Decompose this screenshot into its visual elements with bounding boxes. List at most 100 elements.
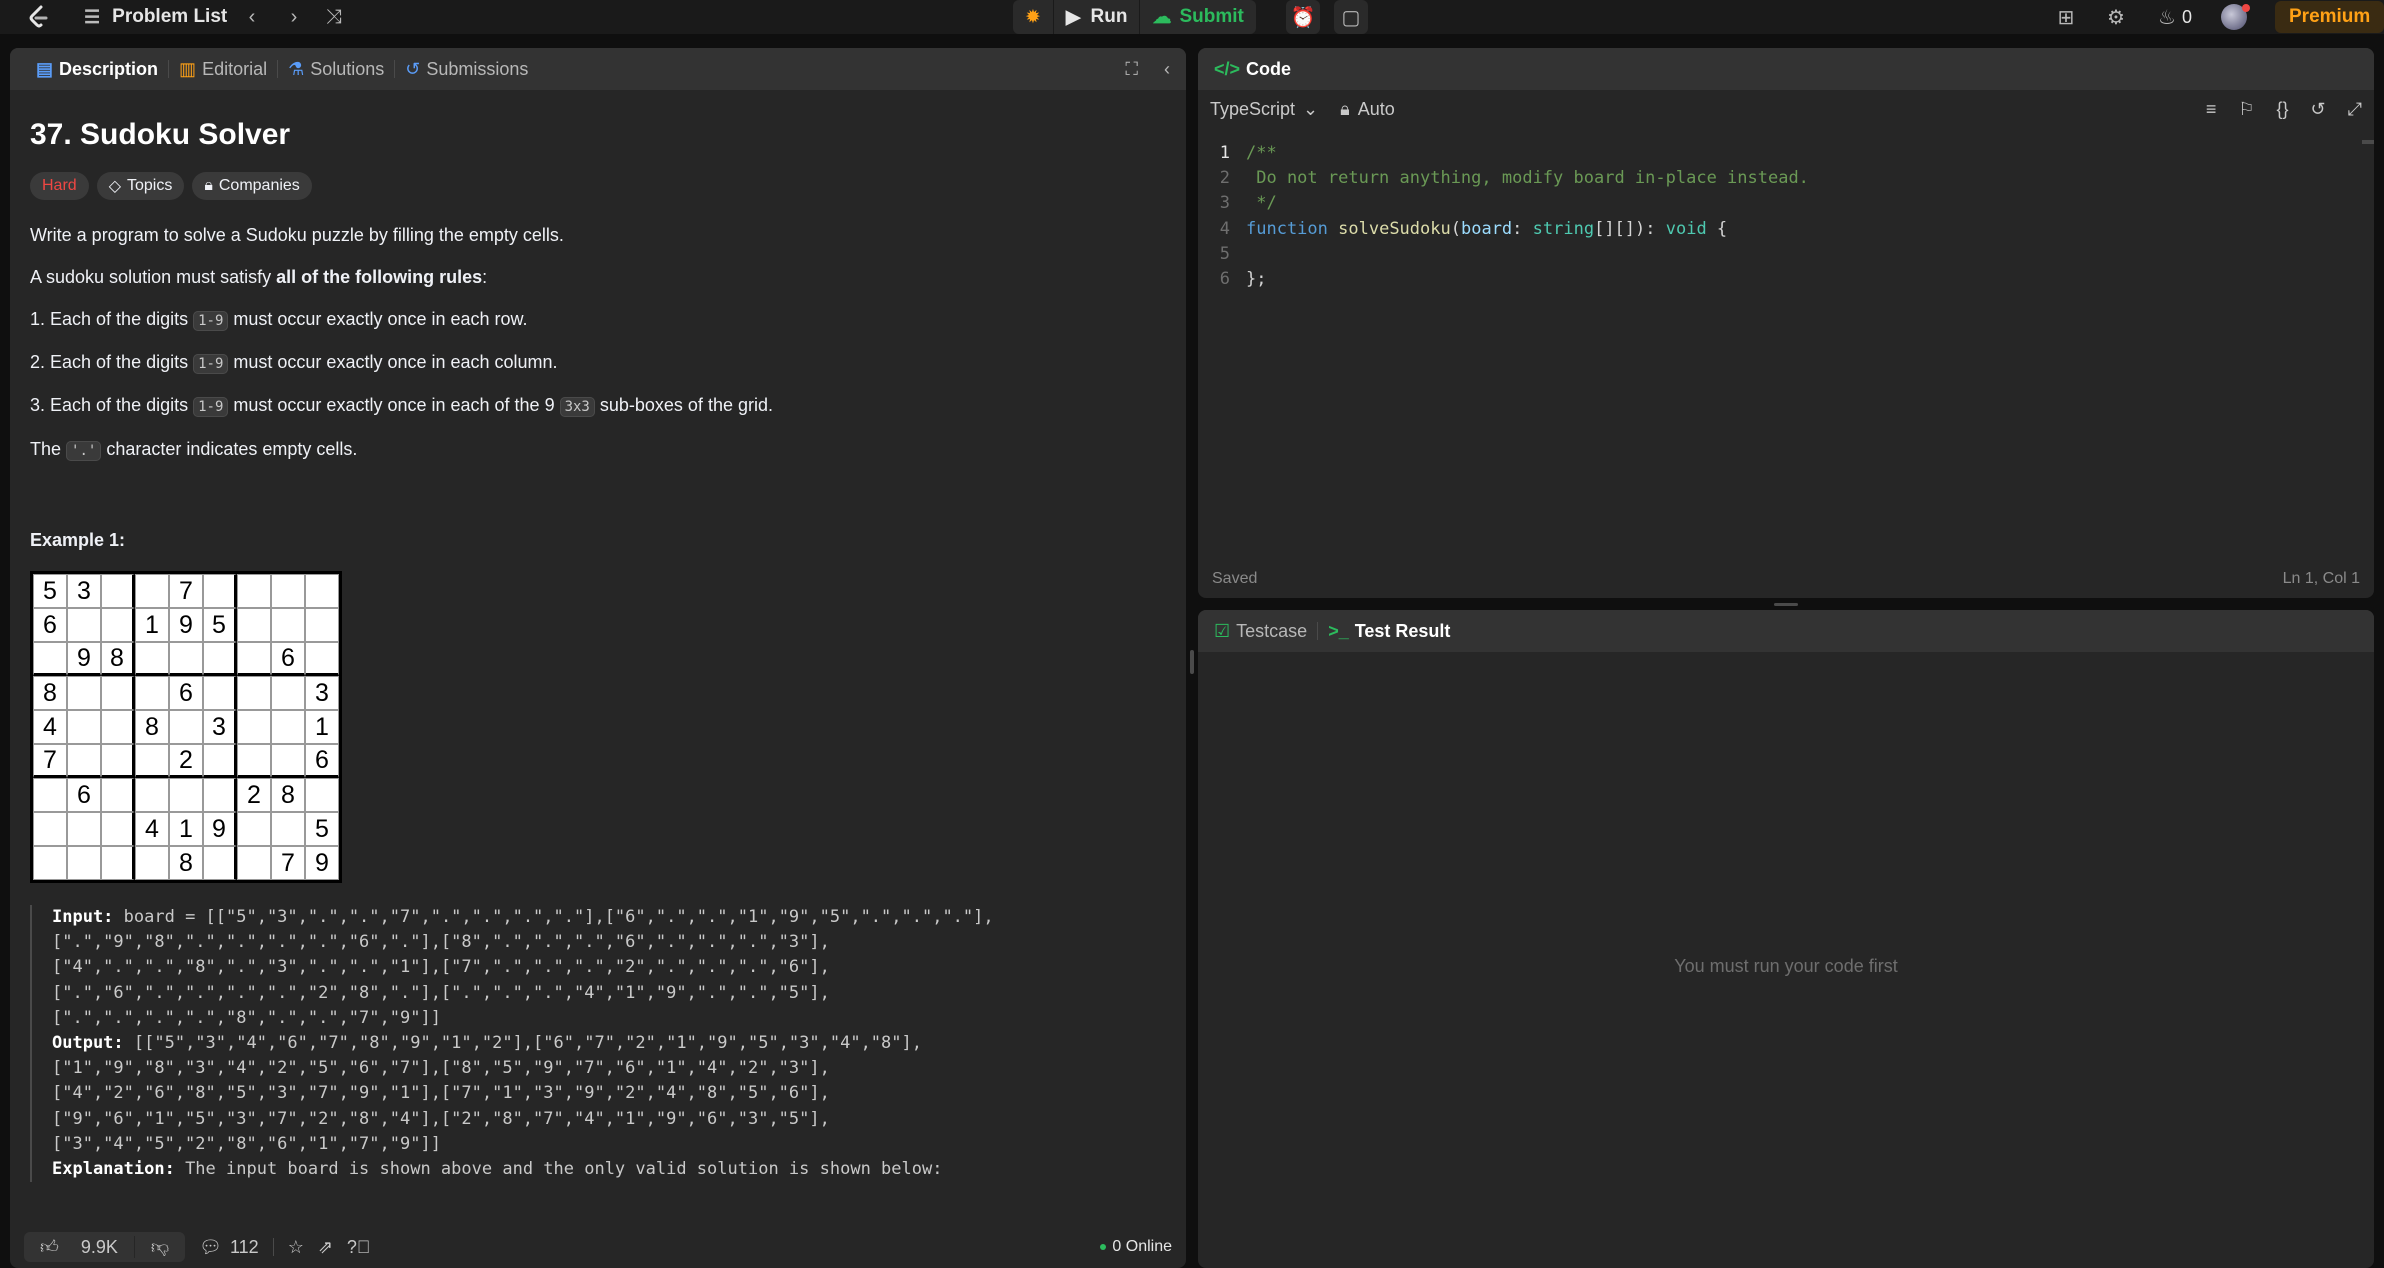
sudoku-cell: 8 [101,642,135,676]
input-label: Input: [52,907,114,927]
problem-list-link[interactable]: ☰ Problem List [84,6,227,28]
auto-mode[interactable]: 🔒︎ Auto [1340,99,1395,120]
sudoku-cell [135,574,169,608]
sudoku-cell: 8 [33,676,67,710]
like-count: 9.9K [80,1236,118,1257]
checkbox-icon: ☑ [1214,620,1231,641]
downvote-button[interactable]: 👎︎ [133,1236,185,1258]
comment-icon: 💬︎ [199,1236,222,1257]
sudoku-cell [135,778,169,812]
sudoku-cell [33,846,67,880]
comments-button[interactable]: 💬︎ 112 [199,1237,259,1258]
rule-text: must occur exactly once in each row. [228,309,528,329]
companies-chip[interactable]: 🔒︎ Companies [192,172,312,200]
sudoku-cell [305,642,339,676]
tab-submissions[interactable]: ↺ Submissions [395,48,538,90]
sudoku-cell: 1 [135,608,169,642]
upvote-button[interactable]: 👍︎ 9.9K [24,1236,134,1258]
online-dot-icon [1100,1244,1107,1250]
tab-test-result[interactable]: >_ Test Result [1318,610,1460,652]
run-button[interactable]: ▶ Run [1054,0,1141,34]
sudoku-cell: 6 [305,744,339,778]
debug-icon[interactable]: ✹ [1013,0,1054,34]
shuffle-icon[interactable]: ⤨ [320,0,348,34]
sudoku-cell: 8 [169,846,203,880]
io-line: ["4","2","6","8","5","3","7","9","1"],["… [52,1083,830,1104]
collapse-chevron-icon[interactable]: ‹ [1164,59,1170,80]
star-icon[interactable]: ☆ [288,1237,304,1258]
sudoku-cell: 8 [271,778,305,812]
inline-code: 1-9 [193,354,229,374]
rule-text: must occur exactly once in each of the 9 [228,395,560,415]
gear-icon[interactable]: ⚙ [2102,0,2130,34]
tab-code[interactable]: </> Code [1214,48,1291,90]
result-panel: ☑ Testcase >_ Test Result You must run y… [1198,610,2374,1268]
leetcode-logo-icon[interactable] [24,3,52,31]
topics-chip[interactable]: ◇ Topics [96,172,185,200]
streak-count: 0 [2181,6,2192,27]
line-number: 2 [1219,167,1230,188]
language-label: TypeScript [1210,98,1296,119]
line-number: 3 [1219,193,1230,214]
tag-icon: ◇ [108,178,121,195]
language-select[interactable]: TypeScript ⌄ [1210,99,1318,120]
sudoku-cell: 4 [135,812,169,846]
tab-code-label: Code [1246,58,1292,79]
sudoku-cell: 9 [305,846,339,880]
sudoku-cell [203,642,237,676]
chevron-down-icon: ⌄ [1303,98,1319,119]
io-line: board = [["5","3",".",".","7",".",".",".… [113,907,994,927]
problem-chips: Hard ◇ Topics 🔒︎ Companies [30,172,1166,200]
expand-icon[interactable]: ⤢ [2348,99,2362,120]
prev-problem-icon[interactable]: ‹ [240,0,264,34]
sudoku-cell [135,642,169,676]
terminal-icon: >_ [1328,620,1349,641]
submit-button[interactable]: ☁ Submit [1140,0,1255,34]
tab-description[interactable]: ▤ Description [26,48,168,90]
avatar[interactable] [2218,0,2250,34]
play-icon: ▶ [1065,6,1081,28]
rule-text: must occur exactly once in each column. [228,352,558,372]
next-problem-icon[interactable]: › [282,0,306,34]
premium-button[interactable]: Premium [2275,1,2384,33]
io-line: [".","6",".",".",".",".","2","8","."],["… [52,982,830,1003]
auto-label: Auto [1357,98,1395,119]
empty-cell-note: The '.' character indicates empty cells. [30,436,1166,464]
tab-solutions[interactable]: ⚗ Solutions [278,48,394,90]
tab-testcase[interactable]: ☑ Testcase [1214,610,1317,652]
notification-dot-icon [2242,4,2250,12]
sudoku-cell: 2 [237,778,271,812]
maximize-icon[interactable]: ⛶ [1125,59,1138,80]
editor-scrollbar[interactable] [2362,140,2374,144]
sudoku-cell [237,846,271,880]
alarm-clock-icon[interactable]: ⏰ [1286,0,1320,34]
tab-editorial[interactable]: ▥ Editorial [169,48,277,90]
horizontal-resize-handle[interactable] [1774,603,1798,606]
reset-icon[interactable]: ↺ [2311,99,2326,120]
vertical-resize-handle[interactable] [1190,650,1194,674]
problem-title: 37. Sudoku Solver [30,118,291,151]
code-line: 5 [1198,241,2374,266]
braces-icon[interactable]: {} [2276,99,2288,120]
format-icon[interactable]: ≡ [2206,99,2217,120]
sudoku-cell [101,744,135,778]
layout-grid-icon[interactable]: ⊞ [2052,0,2080,34]
sudoku-cell [67,676,101,710]
share-icon[interactable]: ⇗ [318,1237,333,1258]
problem-description: 37. Sudoku Solver Hard ◇ Topics 🔒︎ Compa… [10,90,1186,1226]
sudoku-cell: 8 [135,710,169,744]
io-line: [["5","3","4","6","7","8","9","1","2"],[… [123,1033,922,1054]
sudoku-cell [271,608,305,642]
run-label: Run [1090,6,1128,27]
sudoku-cell [169,778,203,812]
note-text: character indicates empty cells. [101,439,358,459]
help-icon[interactable]: ?⃝ [347,1237,371,1258]
tab-submissions-label: Submissions [426,58,529,79]
code-editor[interactable]: 1/** 2 Do not return anything, modify bo… [1198,140,2374,370]
code-toolbar: TypeScript ⌄ 🔒︎ Auto ≡ ⚐ {} ↺ ⤢ [1198,90,2374,128]
sudoku-board-image: 537619598686348317266284195879 [30,571,342,883]
bookmark-icon[interactable]: ⚐ [2238,99,2254,120]
notes-icon[interactable]: ▢ [1334,0,1368,34]
sudoku-cell [101,846,135,880]
streak-counter[interactable]: ♨ 0 [2150,0,2200,34]
